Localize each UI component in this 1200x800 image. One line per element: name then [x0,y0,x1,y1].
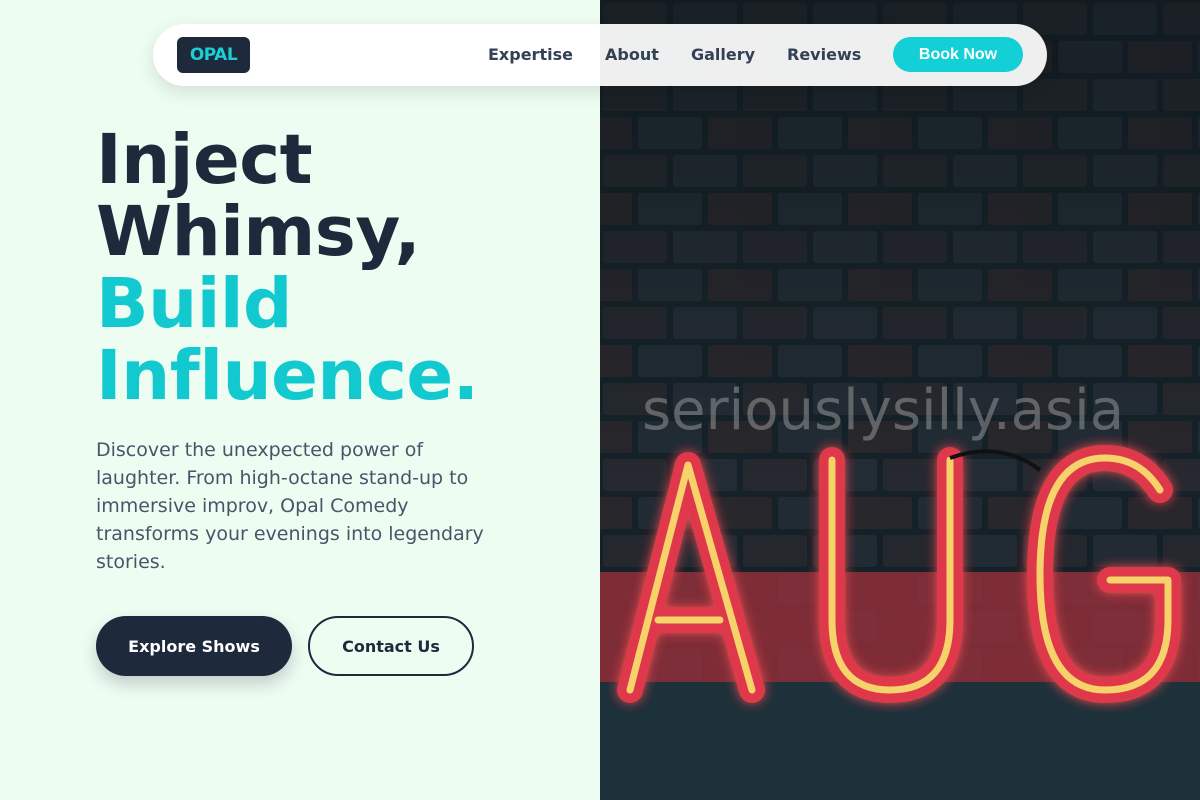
headline-line-1: Inject [96,120,313,200]
explore-shows-button[interactable]: Explore Shows [96,616,292,676]
nav-link-about[interactable]: About [605,45,659,64]
top-navigation: OPAL Expertise About Gallery Reviews Boo… [153,24,1047,86]
headline-accent-line-1: Build [96,264,292,344]
nav-link-reviews[interactable]: Reviews [787,45,861,64]
book-now-button[interactable]: Book Now [893,37,1023,72]
hero-description: Discover the unexpected power of laughte… [96,439,484,573]
contact-us-button[interactable]: Contact Us [308,616,474,676]
headline-line-2: Whimsy, [96,192,421,272]
logo[interactable]: OPAL [177,37,250,73]
image-watermark: seriouslysilly.asia [642,378,1125,443]
headline-accent-line-2: Influence. [96,336,479,416]
nav-link-gallery[interactable]: Gallery [691,45,755,64]
hero-headline: Inject Whimsy, Build Influence. [96,120,479,416]
nav-link-expertise[interactable]: Expertise [488,45,573,64]
